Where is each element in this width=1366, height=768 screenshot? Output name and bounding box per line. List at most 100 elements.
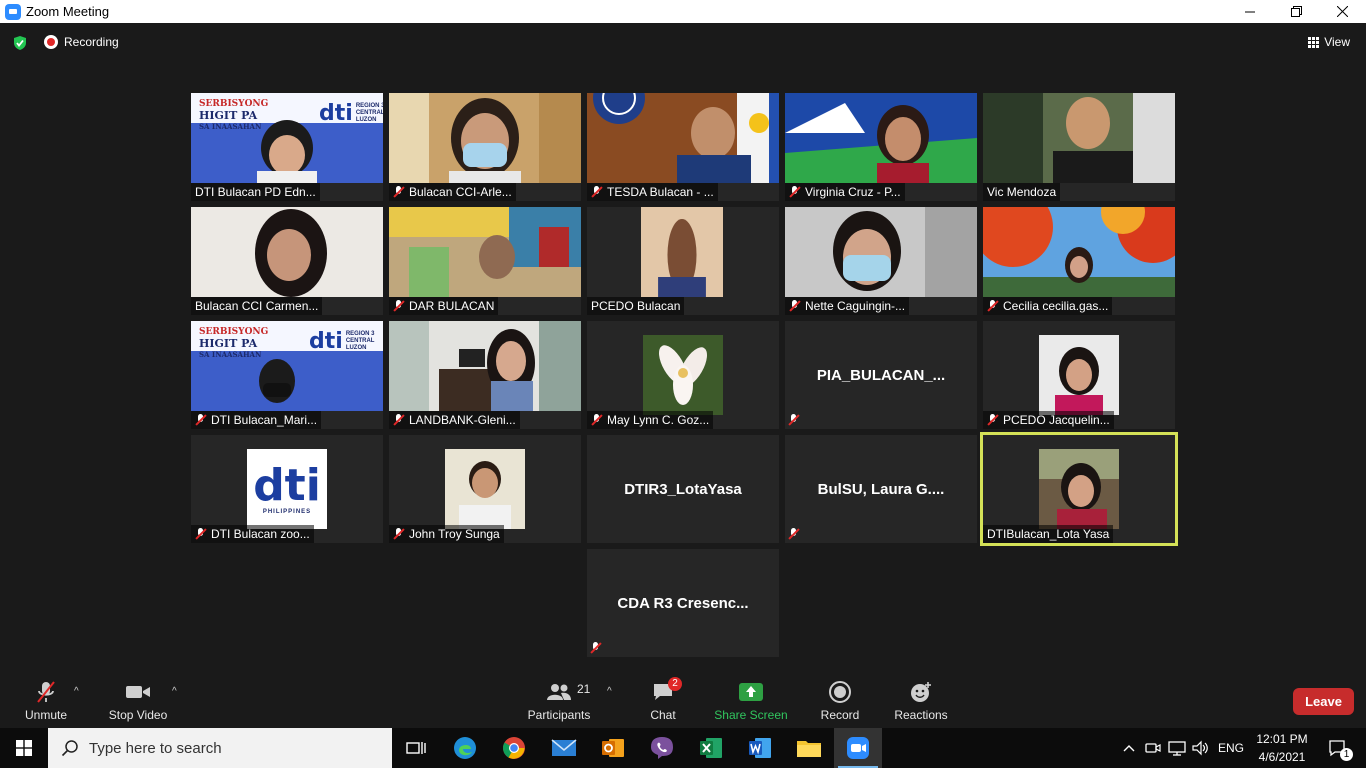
participant-tile[interactable]: TESDA Bulacan - ... (587, 93, 779, 201)
network-icon (1168, 741, 1186, 756)
participant-name: DTIBulacan_Lota Yasa (987, 527, 1110, 541)
notification-count: 1 (1340, 748, 1353, 761)
taskbar-app-edge[interactable] (441, 728, 489, 768)
participant-tile[interactable]: PCEDO Bulacan (587, 207, 779, 315)
participant-tile[interactable]: BulSU, Laura G.... (785, 435, 977, 543)
taskbar-app-outlook[interactable] (589, 728, 637, 768)
folder-icon (797, 741, 821, 757)
participant-tile[interactable]: SERBISYONG HIGIT PA SA INAASAHAN dti REG… (191, 321, 383, 429)
video-options-chevron-icon[interactable]: ^ (172, 686, 177, 697)
participant-tile[interactable]: Virginia Cruz - P... (785, 93, 977, 201)
serbisyong-line3: SA INAASAHAN (199, 350, 262, 359)
maximize-button[interactable] (1273, 0, 1319, 23)
taskbar-app-word[interactable] (736, 728, 784, 768)
participant-display-name: DTIR3_LotaYasa (624, 480, 742, 498)
task-view-icon (406, 742, 426, 754)
participant-tile[interactable]: DTIR3_LotaYasa (587, 435, 779, 543)
participant-name: Nette Caguingin-... (805, 299, 906, 313)
participant-name-label: May Lynn C. Goz... (587, 411, 714, 429)
show-hidden-icons-button[interactable] (1118, 728, 1140, 768)
start-button[interactable] (0, 728, 48, 768)
chevron-up-icon (1123, 745, 1135, 752)
participant-tile[interactable]: dti PHILIPPINES DTI Bulacan zoo... (191, 435, 383, 543)
participant-name-label: DTI Bulacan_Mari... (191, 411, 322, 429)
viber-icon (651, 737, 673, 759)
participant-tile[interactable]: PIA_BULACAN_... (785, 321, 977, 429)
participant-tile[interactable]: LANDBANK-Gleni... (389, 321, 581, 429)
record-icon (829, 679, 851, 705)
dti-logo-text: dti (309, 329, 343, 354)
philippines-text: PHILIPPINES (262, 509, 312, 515)
audio-options-chevron-icon[interactable]: ^ (74, 686, 79, 697)
participant-name-label: DAR BULACAN (389, 297, 499, 315)
zoom-app-icon (847, 737, 869, 759)
taskbar-app-viber[interactable] (638, 728, 686, 768)
participant-video-frame (785, 93, 977, 183)
taskbar-search-input[interactable]: Type here to search (48, 728, 392, 768)
active-speaker-tile[interactable]: DTIBulacan_Lota Yasa (980, 432, 1178, 546)
close-button[interactable] (1319, 0, 1365, 23)
taskbar-app-file-explorer[interactable] (785, 728, 833, 768)
tray-meet-now[interactable] (1142, 728, 1164, 768)
share-screen-button[interactable]: Share Screen (714, 678, 788, 728)
participant-tile[interactable]: DAR BULACAN (389, 207, 581, 315)
participants-options-chevron-icon[interactable]: ^ (607, 686, 612, 697)
participant-name-label: Vic Mendoza (983, 183, 1061, 201)
title-bar: Zoom Meeting (0, 0, 1366, 23)
task-view-button[interactable] (392, 728, 440, 768)
taskbar-app-excel[interactable] (687, 728, 735, 768)
record-button[interactable]: Record (816, 678, 864, 728)
muted-mic-icon (590, 642, 602, 654)
muted-mic-icon (195, 414, 207, 426)
view-button[interactable]: View (1308, 35, 1350, 49)
reactions-button[interactable]: Reactions (892, 678, 950, 728)
taskbar-app-mail[interactable] (540, 728, 588, 768)
recording-dot-icon (44, 35, 58, 49)
participant-video-frame (641, 207, 723, 297)
tray-input-language[interactable]: ENG (1214, 728, 1248, 768)
tray-network[interactable] (1166, 728, 1188, 768)
muted-mic-icon (393, 300, 405, 312)
speaker-volume-icon (1192, 740, 1208, 756)
participants-icon: 21 (545, 679, 590, 705)
taskbar-app-chrome[interactable] (490, 728, 538, 768)
participant-tile[interactable]: Cecilia cecilia.gas... (983, 207, 1175, 315)
view-label: View (1324, 35, 1350, 49)
word-icon (749, 738, 771, 758)
chat-button[interactable]: 2 Chat (642, 677, 684, 728)
minimize-button[interactable] (1227, 0, 1273, 23)
unmute-button[interactable]: Unmute (20, 678, 72, 728)
participant-video-frame (983, 207, 1175, 297)
participant-tile[interactable]: Bulacan CCI Carmen... (191, 207, 383, 315)
participant-tile[interactable]: SERBISYONG HIGIT PA SA INAASAHAN dti REG… (191, 93, 383, 201)
participant-name: LANDBANK-Gleni... (409, 413, 516, 427)
stop-video-button[interactable]: Stop Video (106, 678, 170, 728)
participant-name-label: Virginia Cruz - P... (785, 183, 905, 201)
recording-indicator[interactable]: Recording (44, 35, 119, 49)
participants-button[interactable]: 21 Participants (524, 678, 594, 728)
participant-tile[interactable]: Bulacan CCI-Arle... (389, 93, 581, 201)
dti-region-logo: dti REGION 3 CENTRAL LUZON (309, 329, 375, 354)
participant-tile[interactable]: John Troy Sunga (389, 435, 581, 543)
reactions-smiley-icon (910, 679, 932, 705)
dti-logo-text: dti (253, 460, 321, 511)
meeting-toolbar: Unmute ^ Stop Video ^ 21 Participants ^ … (0, 677, 1366, 728)
participant-display-name: PIA_BULACAN_... (816, 366, 946, 384)
participant-avatar: dti PHILIPPINES (247, 449, 327, 529)
participant-name: DTI Bulacan PD Edn... (195, 185, 316, 199)
chrome-browser-icon (503, 737, 525, 759)
leave-button[interactable]: Leave (1293, 688, 1354, 715)
participant-tile[interactable]: Nette Caguingin-... (785, 207, 977, 315)
share-screen-label: Share Screen (714, 708, 788, 722)
encryption-shield-icon[interactable] (12, 35, 28, 51)
participant-tile[interactable]: May Lynn C. Goz... (587, 321, 779, 429)
participant-tile[interactable]: PCEDO Jacquelin... (983, 321, 1175, 429)
participant-tile[interactable]: CDA R3 Cresenc... (587, 549, 779, 657)
muted-mic-icon (195, 528, 207, 540)
participant-tile[interactable]: Vic Mendoza (983, 93, 1175, 201)
participant-display-name: CDA R3 Cresenc... (617, 594, 749, 612)
taskbar-clock[interactable]: 12:01 PM 4/6/2021 (1253, 730, 1311, 766)
tray-volume[interactable] (1190, 728, 1212, 768)
action-center-button[interactable]: 1 (1318, 728, 1358, 768)
taskbar-app-zoom[interactable] (834, 728, 882, 768)
